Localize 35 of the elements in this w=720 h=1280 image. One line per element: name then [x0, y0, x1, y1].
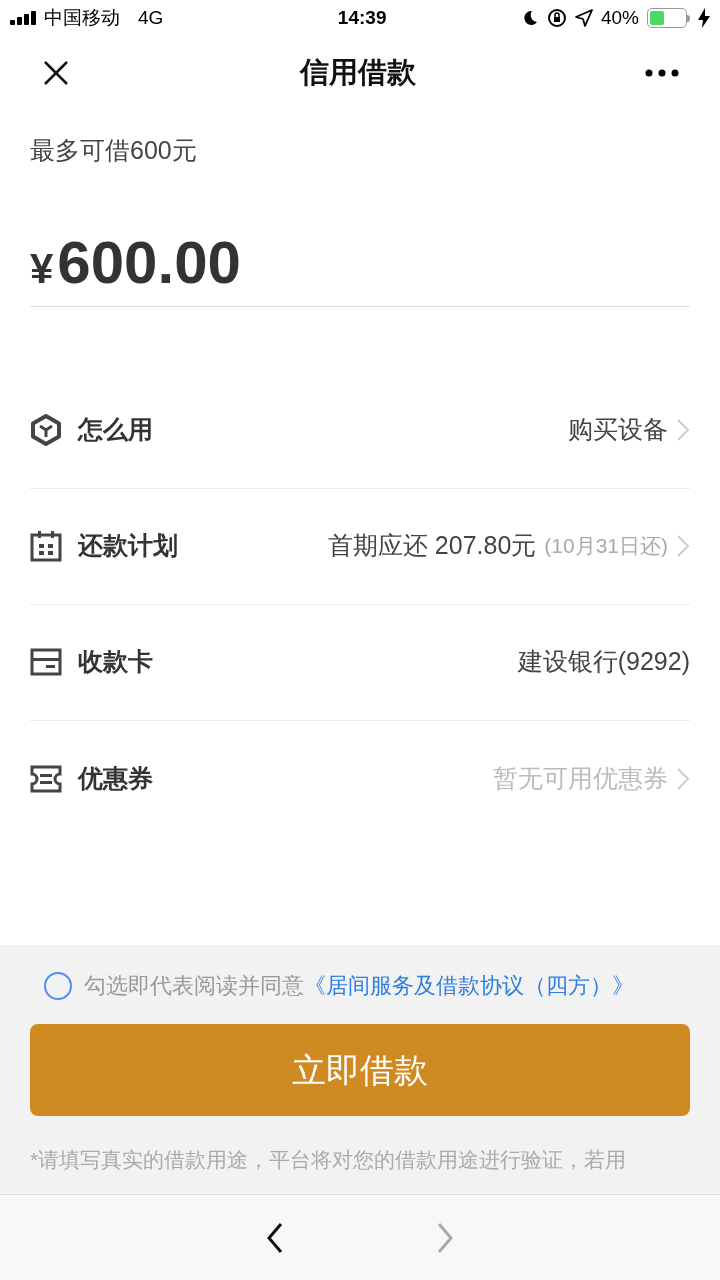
signal-icon: [10, 11, 38, 25]
row-value[interactable]: 首期应还 207.80元: [327, 527, 537, 565]
row-value[interactable]: 建设银行(9292): [517, 643, 690, 681]
location-arrow-icon: [574, 9, 593, 27]
carrier-name: 中国移动: [44, 5, 120, 30]
usage-note: *请填写真实的借款用途，平台将对您的借款用途进行验证，若用: [30, 1147, 628, 1173]
battery-icon: [647, 8, 690, 28]
page-title: 信用借款: [300, 55, 416, 91]
close-icon: [42, 59, 70, 87]
chevron-right-icon: [435, 1221, 455, 1254]
network-type: 4G: [138, 5, 164, 30]
chevron-right-icon[interactable]: [676, 534, 690, 558]
row-label: 优惠券: [78, 762, 153, 794]
row-label: 怎么用: [78, 414, 153, 446]
rotation-lock-icon: [546, 8, 567, 28]
amount-field[interactable]: ¥600.00: [30, 227, 690, 307]
agreement-text: 勾选即代表阅读并同意《居间服务及借款协议（四方）》: [84, 972, 634, 1000]
more-icon: [645, 69, 679, 77]
row-label: 还款计划: [78, 530, 178, 562]
status-time: 14:39: [337, 5, 387, 30]
card-icon: [30, 648, 62, 676]
due-date-text: (10月31日还): [544, 533, 668, 560]
calendar-icon: [30, 530, 62, 562]
battery-percent: 40%: [600, 5, 639, 30]
cube-icon: [30, 414, 62, 446]
chevron-right-icon[interactable]: [676, 766, 690, 791]
charging-bolt-icon: [698, 8, 710, 28]
chevron-right-icon[interactable]: [676, 418, 690, 442]
borrow-limit-text: 最多可借600元: [30, 135, 198, 166]
row-label: 收款卡: [78, 646, 153, 678]
row-value[interactable]: 购买设备: [568, 411, 668, 449]
agreement-link[interactable]: 《居间服务及借款协议（四方）》: [304, 973, 634, 998]
chevron-left-icon: [265, 1221, 285, 1254]
ticket-icon: [30, 764, 62, 793]
agreement-checkbox[interactable]: [44, 971, 72, 1000]
